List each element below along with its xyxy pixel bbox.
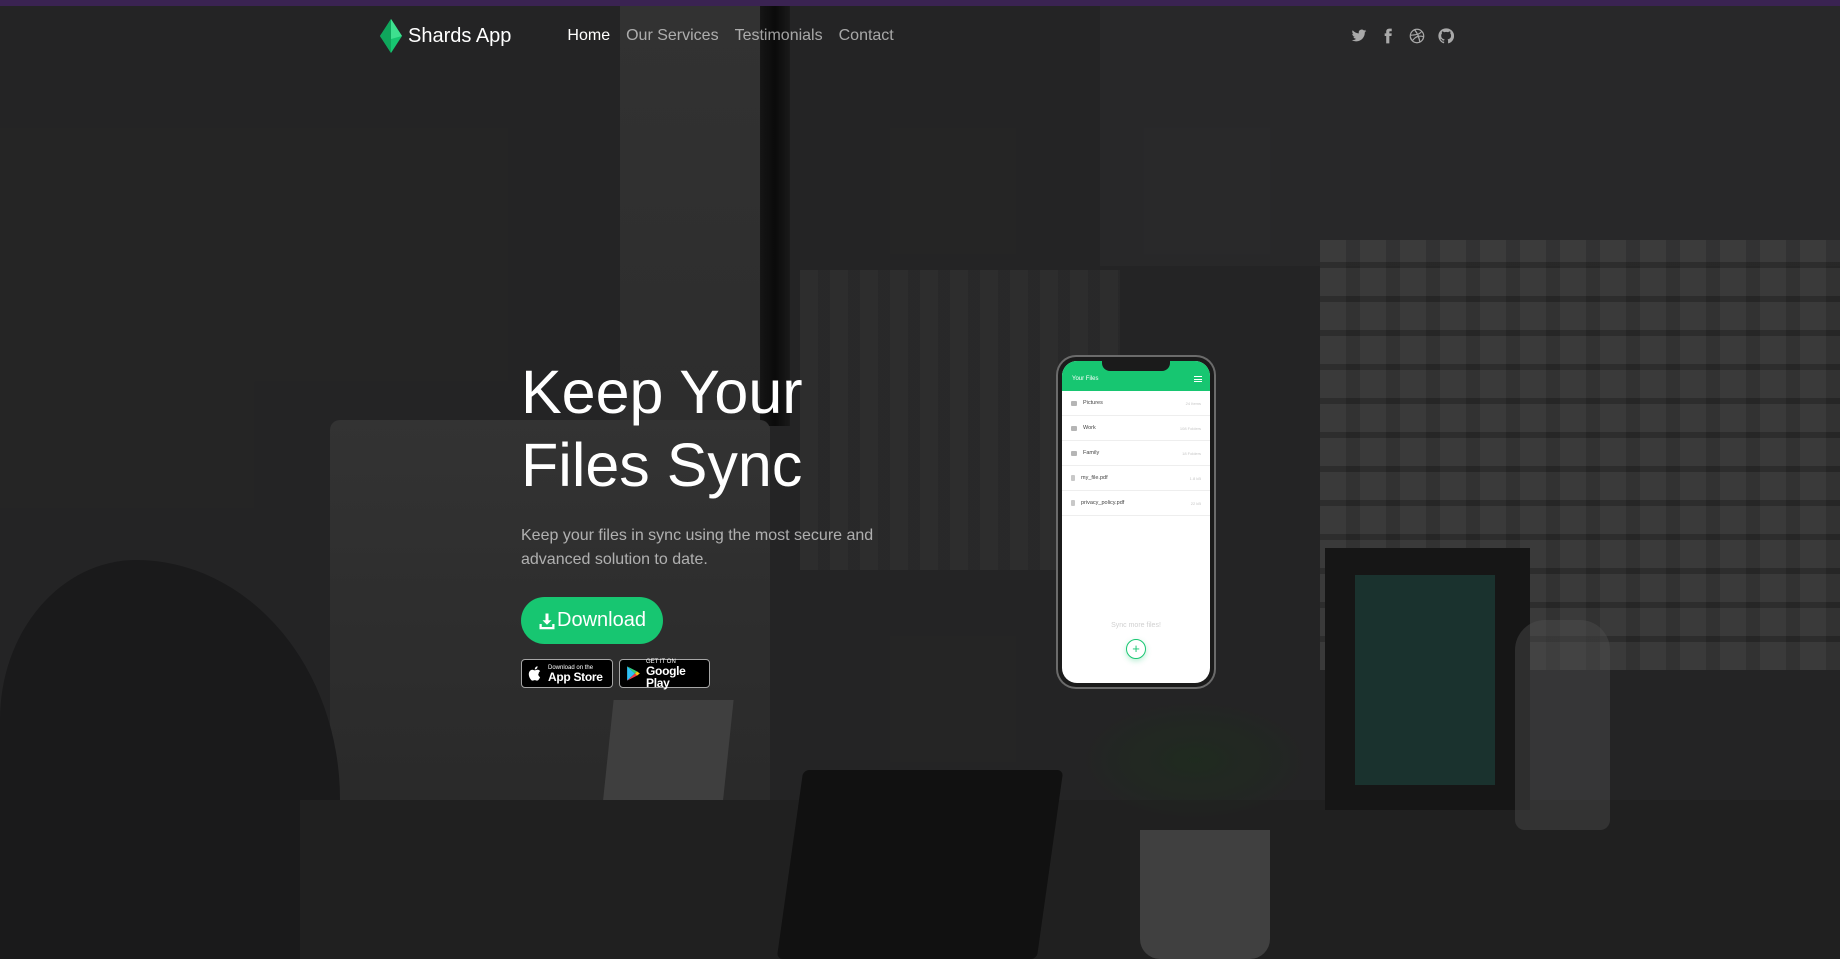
file-meta: 18 Folders: [1182, 450, 1201, 456]
phone-mockup: Your Files Pictures 24 Items Work 108 Fo…: [1058, 357, 1214, 687]
hero-subtitle: Keep your files in sync using the most s…: [521, 527, 874, 568]
file-name: privacy_policy.pdf: [1081, 500, 1125, 506]
dribbble-icon[interactable]: [1408, 27, 1426, 45]
file-icon: [1071, 475, 1075, 481]
plus-icon: +: [1126, 639, 1146, 659]
twitter-icon[interactable]: [1350, 27, 1368, 45]
file-name: Pictures: [1083, 400, 1103, 406]
file-meta: 1.8 kB: [1189, 475, 1201, 481]
nav-link-contact[interactable]: Contact: [839, 27, 894, 45]
apple-icon: [528, 666, 541, 681]
file-meta: 108 Folders: [1179, 425, 1201, 431]
nav-link-services[interactable]: Our Services: [626, 27, 718, 45]
list-item: Family 18 Folders: [1062, 441, 1210, 466]
facebook-icon[interactable]: [1379, 27, 1397, 45]
app-store-badge[interactable]: Download on the App Store: [521, 659, 613, 688]
menu-icon: [1194, 376, 1202, 382]
download-button-label: Download: [557, 609, 646, 631]
brand-name: Shards App: [408, 24, 512, 47]
hero-title: Keep Your Files Sync: [521, 356, 941, 502]
brand-link[interactable]: Shards App: [380, 19, 511, 53]
folder-icon: [1071, 400, 1077, 406]
file-name: Work: [1083, 425, 1096, 431]
file-name: my_file.pdf: [1081, 475, 1108, 481]
app-store-big-text: App Store: [548, 669, 603, 684]
folder-icon: [1071, 425, 1077, 431]
list-item: Pictures 24 Items: [1062, 391, 1210, 416]
list-item: my_file.pdf 1.8 kB: [1062, 466, 1210, 491]
file-icon: [1071, 500, 1075, 506]
top-accent-bar: [0, 0, 1840, 6]
phone-notch: [1102, 361, 1170, 371]
list-item: privacy_policy.pdf 22 kB: [1062, 491, 1210, 516]
file-meta: 24 Items: [1185, 400, 1201, 406]
nav-links: Home Our Services Testimonials Contact: [567, 27, 909, 45]
list-item: Work 108 Folders: [1062, 416, 1210, 441]
file-meta: 22 kB: [1190, 500, 1201, 506]
navbar: Shards App Home Our Services Testimonial…: [380, 18, 1455, 54]
download-button[interactable]: Download: [521, 597, 663, 644]
hero-title-line: Keep Your: [521, 358, 803, 426]
download-icon: [539, 613, 555, 629]
google-play-badge[interactable]: GET IT ON Google Play: [619, 659, 710, 689]
google-play-big-text: Google Play: [646, 663, 686, 690]
google-play-text: GET IT ON Google Play: [646, 659, 704, 689]
nav-link-home[interactable]: Home: [567, 27, 610, 45]
nav-link-testimonials[interactable]: Testimonials: [735, 27, 823, 45]
file-name: Family: [1083, 450, 1100, 456]
github-icon[interactable]: [1437, 27, 1455, 45]
phone-sync-text: Sync more files!: [1111, 622, 1161, 629]
app-store-text: Download on the App Store: [548, 665, 603, 683]
phone-header-title: Your Files: [1072, 376, 1099, 382]
folder-icon: [1071, 450, 1077, 456]
google-play-icon: [627, 666, 640, 681]
shards-logo-icon: [380, 19, 402, 53]
hero-title-line: Files Sync: [521, 431, 803, 499]
social-links: [1339, 27, 1455, 45]
landing-page: Shards App Home Our Services Testimonial…: [0, 0, 1840, 959]
phone-screen: Your Files Pictures 24 Items Work 108 Fo…: [1062, 361, 1210, 683]
